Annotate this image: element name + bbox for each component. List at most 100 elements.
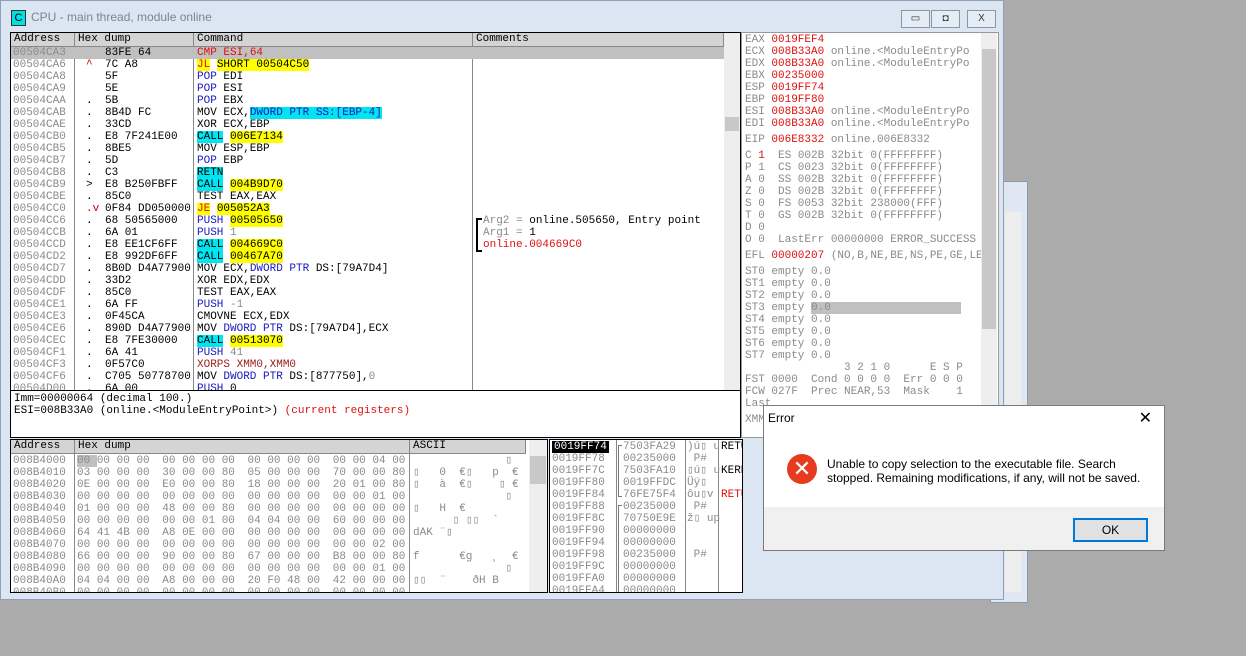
dump-byte: 00 — [247, 539, 268, 551]
dump-byte: 00 — [162, 491, 183, 503]
dump-byte: 00 — [372, 467, 393, 479]
disasm-row[interactable]: 00504CEC. E8 7FE30000 CALL 00513070 — [11, 335, 724, 347]
row-jump-mark: ^ — [86, 59, 93, 71]
disasm-row[interactable]: 00504CB0. E8 7F241E00 CALL 006E7134 — [11, 131, 724, 143]
disasm-row[interactable]: 00504CB7. 5D POP EBP — [11, 155, 724, 167]
dump-byte: 0E — [182, 527, 202, 539]
disasm-row[interactable]: 00504CE1. 6A FF PUSH -1 — [11, 299, 724, 311]
stack-address: 0019FF84 — [552, 489, 605, 501]
col-hex-dump[interactable]: Hex dump — [75, 33, 194, 47]
disasm-row[interactable]: 00504CA3 83FE 64 CMP ESI,64 — [11, 47, 724, 59]
text-segment: 1 — [230, 227, 237, 239]
stack-row[interactable]: 0019FF84 76FE75F4 ôu▯v RETURN — [550, 489, 742, 501]
row-command: JL SHORT 00504C50 — [197, 59, 310, 71]
stack-row[interactable]: 0019FF9C 00000000 — [550, 561, 742, 573]
register-line: D 0 — [745, 222, 765, 234]
text-segment: ST1 empty 0.0 — [745, 278, 831, 290]
disasm-row[interactable]: 00504CF1. 6A 41 PUSH 41 — [11, 347, 724, 359]
registers-scrollbar[interactable] — [981, 33, 997, 437]
row-command: JE 005052A3 — [197, 203, 270, 215]
stack-row[interactable]: 0019FF98 00235000 P# — [550, 549, 742, 561]
stack-row[interactable]: 0019FFA0 00000000 — [550, 573, 742, 585]
maximize-button[interactable]: ◘ — [931, 10, 960, 28]
dump-byte: 00 — [201, 455, 222, 467]
register-line: T 0 GS 002B 32bit 0(FFFFFFFF) — [745, 210, 943, 222]
col-comments[interactable]: Comments — [473, 33, 724, 47]
disasm-row[interactable]: 00504CDD. 33D2 XOR EDX,EDX — [11, 275, 724, 287]
stack-row[interactable]: 0019FFA4 00000000 — [550, 585, 742, 592]
disasm-row[interactable]: 00504CD2. E8 992DF6FF CALL 00467A70 — [11, 251, 724, 263]
disasm-row[interactable]: 00504CA9 5E POP ESI — [11, 83, 724, 95]
disasm-row[interactable]: 00504CAA. 5B POP EBX — [11, 95, 724, 107]
dump-byte: 48 — [162, 503, 183, 515]
text-segment: PUSH — [197, 215, 224, 227]
dump-col-ascii[interactable]: ASCII — [410, 440, 526, 454]
dump-byte: 00 — [267, 527, 288, 539]
stack-row[interactable]: 0019FF94 00000000 — [550, 537, 742, 549]
dump-byte: 4B — [116, 527, 137, 539]
disasm-row[interactable]: 00504CA6 ^ 7C A8 JL SHORT 00504C50 — [11, 59, 724, 71]
stack-row[interactable]: 0019FF90 00000000 — [550, 525, 742, 537]
dump-byte: 00 — [201, 575, 222, 587]
stack-ascii: ž▯ up — [687, 513, 721, 525]
disasm-row[interactable]: 00504CF6. C705 50778700 MOV DWORD PTR DS:[… — [11, 371, 724, 383]
disasm-row[interactable]: 00504CE3. 0F45CA CMOVNE ECX,EDX — [11, 311, 724, 323]
disasm-row[interactable]: 00504CB5. 8BE5 MOV ESP,EBP — [11, 143, 724, 155]
dump-byte: 00 — [306, 575, 327, 587]
stack-row[interactable]: 0019FF8C 70750E9E ž▯ up — [550, 513, 742, 525]
stack-value: 00000000 — [623, 525, 676, 537]
dump-byte: 00 — [306, 563, 327, 575]
stack-row[interactable]: 0019FF74 7503FA29)ú▯ uRETURN — [550, 441, 742, 453]
disasm-row[interactable]: 00504CBE. 85C0 TEST EAX,EAX — [11, 191, 724, 203]
disasm-row[interactable]: 00504CCD. E8 EE1CF6FF CALL 004669C0 — [11, 239, 724, 251]
dump-hex: 0E 00 00 00 E0 00 00 80 18 00 00 00 20 0… — [77, 479, 405, 491]
dump-byte: 00 — [221, 575, 242, 587]
disasm-row[interactable]: 00504CE6. 890D D4A77900 MOV DWORD PTR DS:[… — [11, 323, 724, 335]
disasm-row[interactable]: 00504CB8. C3 RETN — [11, 167, 724, 179]
text-segment: XMM — [745, 414, 765, 426]
disasm-row[interactable]: 00504CB9 > E8 B250FBFF CALL 004B9D70 — [11, 179, 724, 191]
dump-ascii: ▯▯ ¨ ðH B — [413, 575, 519, 587]
disassembly-pane[interactable]: Address Hex dump Command Comments 00504C… — [10, 32, 741, 392]
dump-scrollbar[interactable] — [529, 440, 547, 592]
register-line: ECX 008B33A0 online.<ModuleEntryPo — [745, 46, 969, 58]
col-command[interactable]: Command — [194, 33, 473, 47]
dump-byte: E0 — [162, 479, 183, 491]
row-hex: 0F45CA — [105, 311, 145, 323]
disasm-row[interactable]: 00504CCB. 6A 01 PUSH 1 — [11, 227, 724, 239]
dialog-close-button[interactable]: ✕ — [1139, 408, 1152, 428]
dump-byte: 00 — [287, 551, 307, 563]
dump-byte: 00 — [136, 467, 157, 479]
dump-byte: 00 — [221, 587, 242, 593]
dump-byte: 00 — [392, 503, 406, 515]
dump-address: 008B4060 — [13, 527, 66, 539]
stack-row[interactable]: 0019FF78 00235000 P# — [550, 453, 742, 465]
stack-row[interactable]: 0019FF80 0019FFDC Üÿ▯ — [550, 477, 742, 489]
disasm-row[interactable]: 00504CD7. 8B0D D4A77900 MOV ECX,DWORD PTR … — [11, 263, 724, 275]
row-command: MOV ESP,EBP — [197, 143, 270, 155]
disasm-row[interactable]: 00504CAE. 33CD XOR ECX,EBP — [11, 119, 724, 131]
disasm-row[interactable]: 00504CC0 .v 0F84 DD050000 JE 005052A3 — [11, 203, 724, 215]
text-segment: 008B33A0 — [771, 46, 825, 58]
stack-row[interactable]: 0019FF88 00235000 P# — [550, 501, 742, 513]
row-jump-mark: . — [86, 299, 93, 311]
minimize-button[interactable]: ▭ — [901, 10, 930, 28]
memory-dump-pane[interactable]: Address Hex dump ASCII 008B4000 00 00 00 … — [10, 439, 548, 593]
disasm-row[interactable]: 00504CDF. 85C0 TEST EAX,EAX — [11, 287, 724, 299]
dump-byte: 00 — [306, 539, 327, 551]
col-address[interactable]: Address — [11, 33, 75, 47]
dump-byte: 00 — [287, 455, 307, 467]
stack-row[interactable]: 0019FF7C 7503FA10 ▯ú▯ uKERNEL — [550, 465, 742, 477]
row-command: RETN — [197, 167, 224, 179]
dump-col-address[interactable]: Address — [11, 440, 75, 454]
disassembly-scrollbar[interactable] — [724, 33, 740, 391]
dump-col-hex[interactable]: Hex dump — [75, 440, 410, 454]
close-button[interactable]: X — [967, 10, 996, 28]
disasm-row[interactable]: 00504CF3. 0F57C0 XORPS XMM0,XMM0 — [11, 359, 724, 371]
disasm-row[interactable]: 00504CAB. 8B4D FC MOV ECX,DWORD PTR SS:[EB… — [11, 107, 724, 119]
disasm-row[interactable]: 00504CA8 5F POP EDI — [11, 71, 724, 83]
registers-pane[interactable]: EAX 0019FEF4 ECX 008B33A0 online.<ModuleE… — [741, 32, 999, 438]
stack-pane[interactable]: 0019FF747503FA29)ú▯ uRETURN0019FF7800235… — [549, 439, 743, 593]
register-line: ST0 empty 0.0 — [745, 266, 831, 278]
ok-button[interactable]: OK — [1073, 518, 1148, 542]
